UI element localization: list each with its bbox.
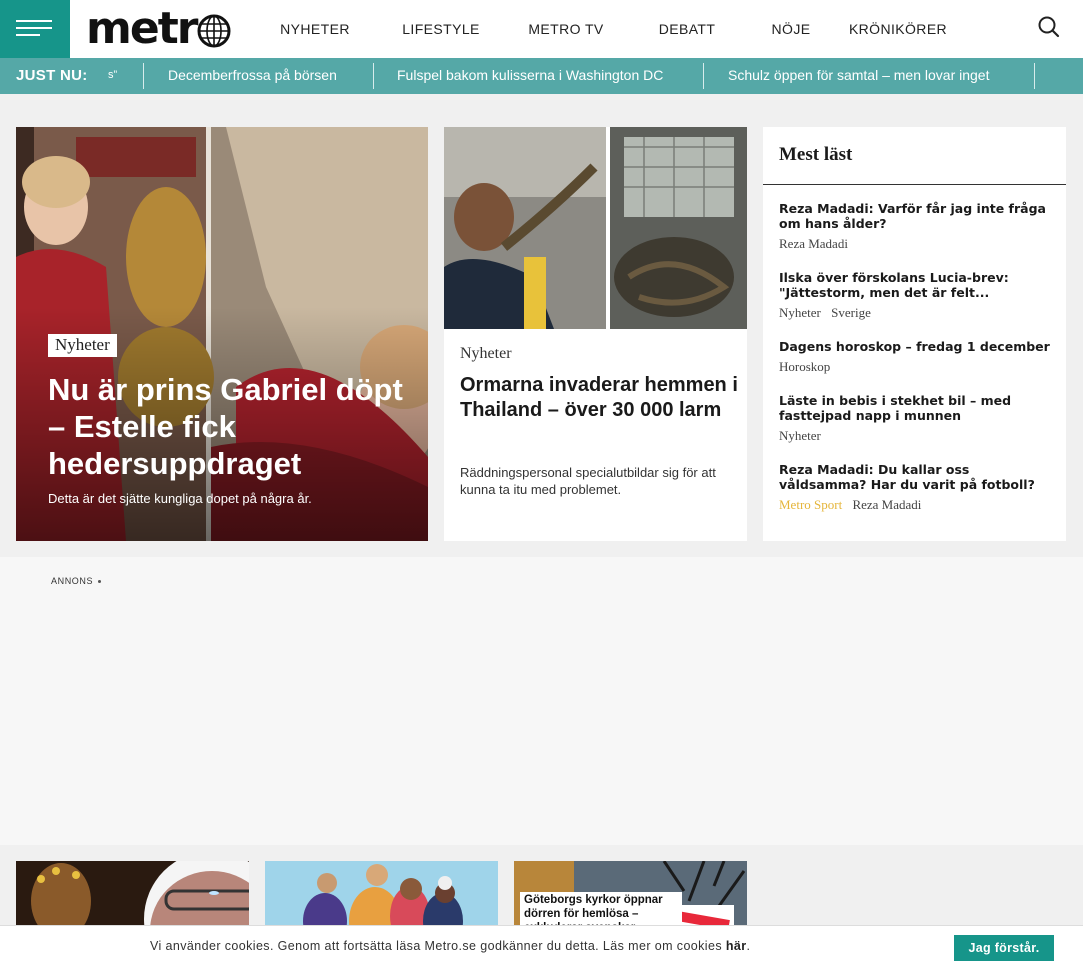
most-read-meta: Reza Madadi: [779, 236, 1059, 252]
meta-tag[interactable]: Horoskop: [779, 359, 830, 374]
ad-label: ANNONS: [51, 576, 102, 586]
ticker-divider: [143, 63, 144, 89]
main-nav: NYHETER LIFESTYLE METRO TV DEBATT NÖJE K…: [258, 0, 966, 58]
hero-subtitle: Detta är det sjätte kungliga dopet på nå…: [48, 491, 312, 506]
hamburger-icon-line: [16, 27, 52, 29]
meta-tag[interactable]: Sverige: [831, 305, 871, 320]
menu-button[interactable]: [0, 0, 70, 58]
nav-item-debatt[interactable]: DEBATT: [622, 21, 752, 37]
ticker-item[interactable]: Schulz öppen för samtal – men lovar inge…: [728, 67, 989, 83]
most-read-meta: Metro Sport Reza Madadi: [779, 497, 1059, 513]
article-category-tag[interactable]: Nyheter: [460, 345, 512, 363]
most-read-headline[interactable]: Reza Madadi: Du kallar oss våldsamma? Ha…: [779, 462, 1059, 492]
nav-item-lifestyle[interactable]: LIFESTYLE: [372, 21, 510, 37]
article-summary: Räddningspersonal specialutbildar sig fö…: [460, 465, 716, 497]
article-image: [444, 127, 747, 329]
thumbnail-headline[interactable]: Göteborgs kyrkor öppnar dörren för hemlö…: [520, 892, 682, 925]
thumbnail-image: [16, 861, 249, 925]
most-read-item[interactable]: Läste in bebis i stekhet bil – med fastt…: [779, 393, 1059, 444]
nav-item-metro-tv[interactable]: METRO TV: [510, 21, 622, 37]
dot-icon: [98, 580, 102, 584]
ticker-item[interactable]: s”: [108, 69, 117, 81]
hamburger-icon: [16, 20, 52, 22]
hero-category-tag[interactable]: Nyheter: [48, 334, 117, 357]
meta-tag-sport[interactable]: Metro Sport: [779, 497, 842, 512]
most-read-meta: Nyheter: [779, 428, 1059, 444]
article-headline[interactable]: Ormarna invaderar hemmen i Thailand – öv…: [460, 373, 740, 423]
news-ticker: JUST NU: s” Decemberfrossa på börsen Ful…: [0, 58, 1083, 94]
most-read-item[interactable]: Dagens horoskop – fredag 1 december Horo…: [779, 339, 1059, 375]
cookie-message: Vi använder cookies. Genom att fortsätta…: [150, 939, 726, 953]
most-read-meta: Horoskop: [779, 359, 1059, 375]
article-thumbnail-card[interactable]: Göteborgs kyrkor öppnar dörren för hemlö…: [514, 861, 747, 925]
ticker-divider: [1034, 63, 1035, 89]
article-thumbnail-card[interactable]: [16, 861, 249, 925]
article-thumbnail-card[interactable]: [265, 861, 498, 925]
cookie-banner: Vi använder cookies. Genom att fortsätta…: [0, 925, 1083, 964]
most-read-title: Mest läst: [779, 144, 853, 165]
ticker-item[interactable]: Decemberfrossa på börsen: [168, 67, 337, 83]
cookie-suffix: .: [746, 939, 751, 953]
meta-tag[interactable]: Reza Madadi: [779, 236, 848, 251]
most-read-headline[interactable]: Ilska över förskolans Lucia-brev: "Jätte…: [779, 270, 1059, 300]
meta-tag[interactable]: Nyheter: [779, 428, 821, 443]
ticker-item[interactable]: Fulspel bakom kulisserna i Washington DC: [397, 67, 663, 83]
nav-item-nyheter[interactable]: NYHETER: [258, 21, 372, 37]
meta-tag[interactable]: Nyheter: [779, 305, 821, 320]
hamburger-icon-line: [16, 34, 40, 36]
most-read-item[interactable]: Reza Madadi: Varför får jag inte fråga o…: [779, 201, 1059, 252]
cookie-text: Vi använder cookies. Genom att fortsätta…: [150, 939, 750, 953]
snake-photo: [444, 127, 747, 329]
most-read-headline[interactable]: Läste in bebis i stekhet bil – med fastt…: [779, 393, 1059, 423]
ticker-divider: [373, 63, 374, 89]
site-header: metr NYHETER LIFESTYLE METRO TV DEBATT N…: [0, 0, 1083, 58]
hero-article[interactable]: Nyheter Nu är prins Gabriel döpt – Estel…: [16, 127, 428, 541]
ad-slot: ANNONS: [0, 557, 1083, 845]
most-read-headline[interactable]: Reza Madadi: Varför får jag inte fråga o…: [779, 201, 1059, 231]
ticker-label: JUST NU:: [16, 67, 88, 84]
globe-icon: [197, 14, 231, 48]
ad-label-text: ANNONS: [51, 576, 94, 586]
most-read-divider: [763, 184, 1066, 185]
nav-item-noje[interactable]: NÖJE: [752, 21, 830, 37]
most-read-headline[interactable]: Dagens horoskop – fredag 1 december: [779, 339, 1059, 354]
most-read-widget: Mest läst Reza Madadi: Varför får jag in…: [763, 127, 1066, 541]
most-read-item[interactable]: Ilska över förskolans Lucia-brev: "Jätte…: [779, 270, 1059, 321]
ticker-divider: [703, 63, 704, 89]
most-read-meta: Nyheter Sverige: [779, 305, 1059, 321]
nav-item-kronikorer[interactable]: KRÖNIKÖRER: [830, 21, 966, 37]
metro-logo[interactable]: metr: [86, 4, 231, 54]
search-button[interactable]: [1036, 14, 1062, 40]
most-read-item[interactable]: Reza Madadi: Du kallar oss våldsamma? Ha…: [779, 462, 1059, 513]
logo-text: metr: [86, 3, 198, 54]
meta-tag[interactable]: Reza Madadi: [852, 497, 921, 512]
search-icon: [1038, 16, 1060, 38]
thumbnail-image: [265, 861, 498, 925]
cookie-accept-button[interactable]: Jag förstår.: [954, 935, 1054, 961]
cookie-link[interactable]: här: [726, 939, 747, 953]
hero-headline[interactable]: Nu är prins Gabriel döpt – Estelle fick …: [48, 371, 408, 482]
article-card[interactable]: Nyheter Ormarna invaderar hemmen i Thail…: [444, 127, 747, 541]
